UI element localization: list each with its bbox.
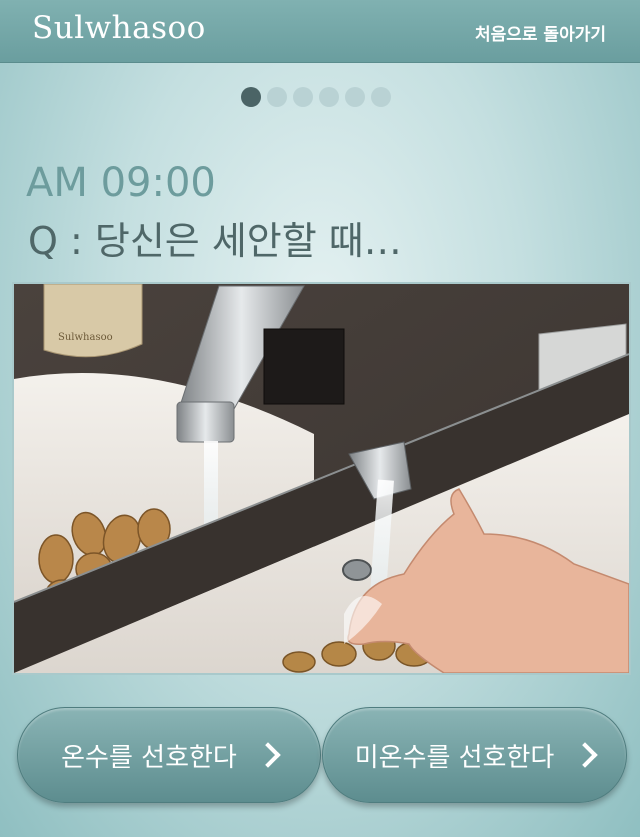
page-dot-6[interactable] (371, 87, 391, 107)
page-dot-5[interactable] (345, 87, 365, 107)
chevron-right-icon (572, 742, 599, 768)
lukewarm-water-label: 미온수를 선호한다 (354, 742, 555, 773)
page-indicator (241, 87, 391, 107)
washing-illustration: Sulwhasoo (14, 284, 629, 673)
warm-water-button[interactable]: 온수를 선호한다 (17, 707, 321, 803)
question-text: Q : 당신은 세안할 때… (28, 219, 402, 263)
page-dot-3[interactable] (293, 87, 313, 107)
chevron-right-icon (255, 742, 281, 768)
warm-water-label: 온수를 선호한다 (61, 742, 237, 773)
question-time: AM 09:00 (26, 160, 216, 206)
page-dot-4[interactable] (319, 87, 339, 107)
back-to-start-link[interactable]: 처음으로 돌아가기 (475, 20, 606, 45)
lukewarm-water-button[interactable]: 미온수를 선호한다 (322, 707, 627, 803)
page-dot-1[interactable] (241, 87, 261, 107)
brand-logo: Sulwhasoo (32, 10, 206, 46)
page-dot-2[interactable] (267, 87, 287, 107)
face-washing-photo: Sulwhasoo (12, 282, 631, 675)
bottle-label: Sulwhasoo (58, 332, 113, 343)
top-bar: Sulwhasoo 처음으로 돌아가기 (0, 0, 640, 63)
